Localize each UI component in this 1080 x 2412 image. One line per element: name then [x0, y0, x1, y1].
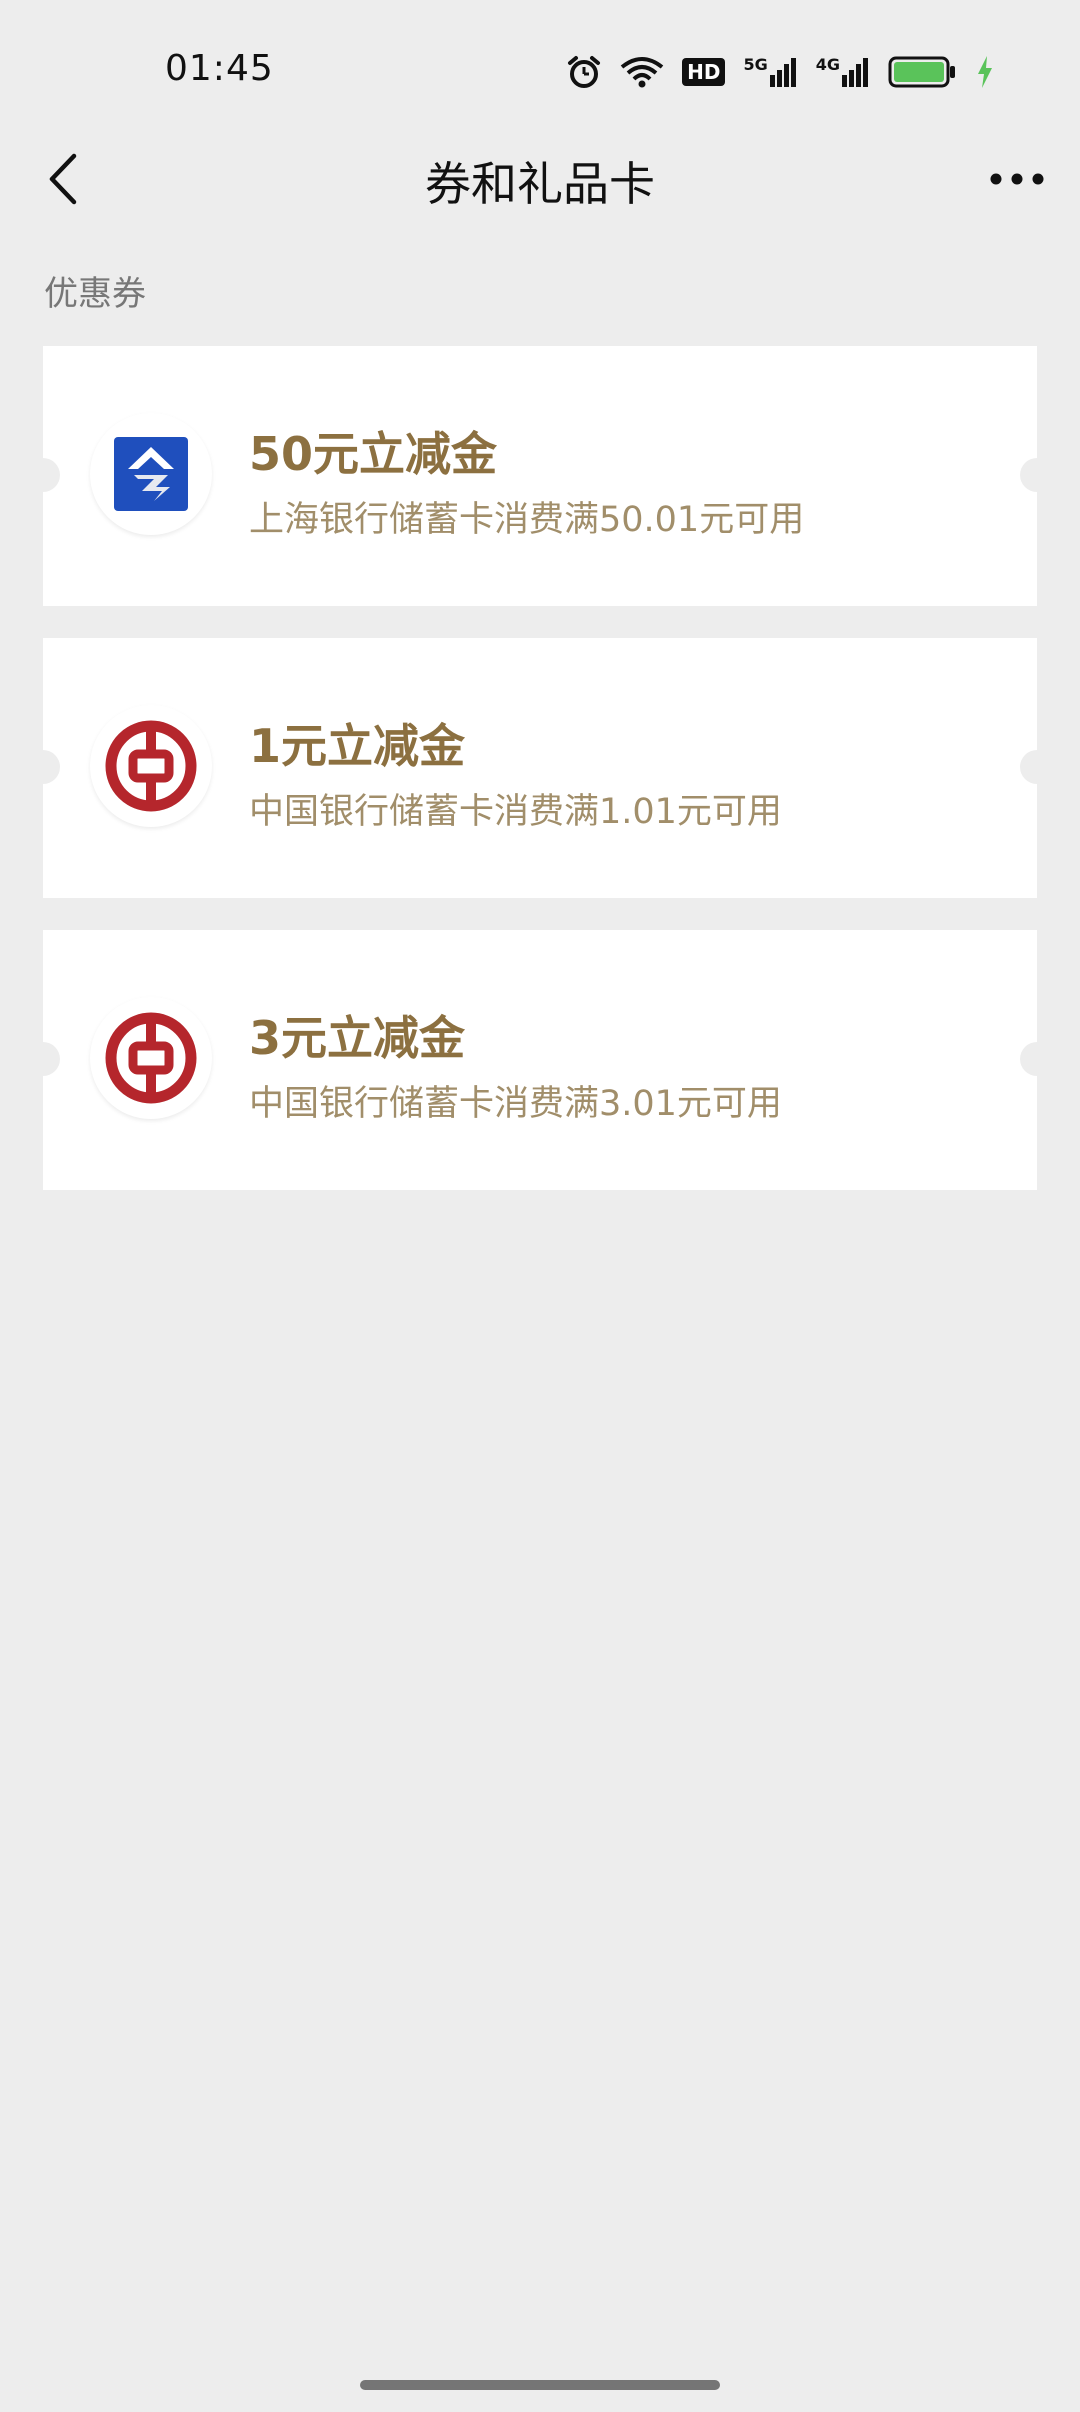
battery-icon [888, 56, 958, 88]
coupon-desc: 中国银行储蓄卡消费满1.01元可用 [249, 792, 782, 832]
coupon-title: 50元立减金 [249, 427, 498, 481]
page-title: 券和礼品卡 [425, 157, 655, 211]
coupon-title: 1元立减金 [249, 719, 466, 773]
coupon-desc: 中国银行储蓄卡消费满3.01元可用 [249, 1084, 782, 1124]
status-time: 01:45 [165, 48, 274, 89]
coupon-card[interactable]: 3元立减金 中国银行储蓄卡消费满3.01元可用 [26, 930, 1054, 1190]
bank-of-china-logo-icon [90, 997, 212, 1119]
coupon-card[interactable]: 50元立减金 上海银行储蓄卡消费满50.01元可用 [26, 346, 1054, 606]
coupon-card[interactable]: 1元立减金 中国银行储蓄卡消费满1.01元可用 [26, 638, 1054, 898]
signal-4g-icon: 4G [816, 57, 870, 87]
coupon-desc: 上海银行储蓄卡消费满50.01元可用 [249, 500, 805, 540]
status-icons: HD 5G 4G [566, 52, 994, 92]
section-title: 优惠券 [44, 274, 146, 314]
home-indicator[interactable] [360, 2380, 720, 2390]
bank-of-shanghai-logo-icon [90, 413, 212, 535]
hd-icon: HD [682, 58, 726, 86]
more-icon [990, 173, 1044, 185]
card-notch [26, 1042, 60, 1076]
charging-icon [976, 56, 994, 88]
card-notch [1020, 1042, 1054, 1076]
coupon-title: 3元立减金 [249, 1011, 466, 1065]
signal-5g-icon: 5G [743, 57, 797, 87]
more-button[interactable] [982, 144, 1052, 214]
wifi-icon [620, 55, 664, 89]
coupon-list: 50元立减金 上海银行储蓄卡消费满50.01元可用 1元立减金 中国银行储蓄卡消… [26, 346, 1054, 1222]
screen: 01:45 HD 5G 4G 券和礼品卡 优惠券 50元立减金 上海银行储蓄卡消… [0, 0, 1080, 2412]
card-notch [1020, 458, 1054, 492]
card-notch [1020, 750, 1054, 784]
alarm-icon [566, 54, 602, 90]
card-notch [26, 750, 60, 784]
card-notch [26, 458, 60, 492]
bank-of-china-logo-icon [90, 705, 212, 827]
status-bar: 01:45 HD 5G 4G [0, 0, 1080, 140]
nav-bar: 券和礼品卡 [0, 130, 1080, 230]
